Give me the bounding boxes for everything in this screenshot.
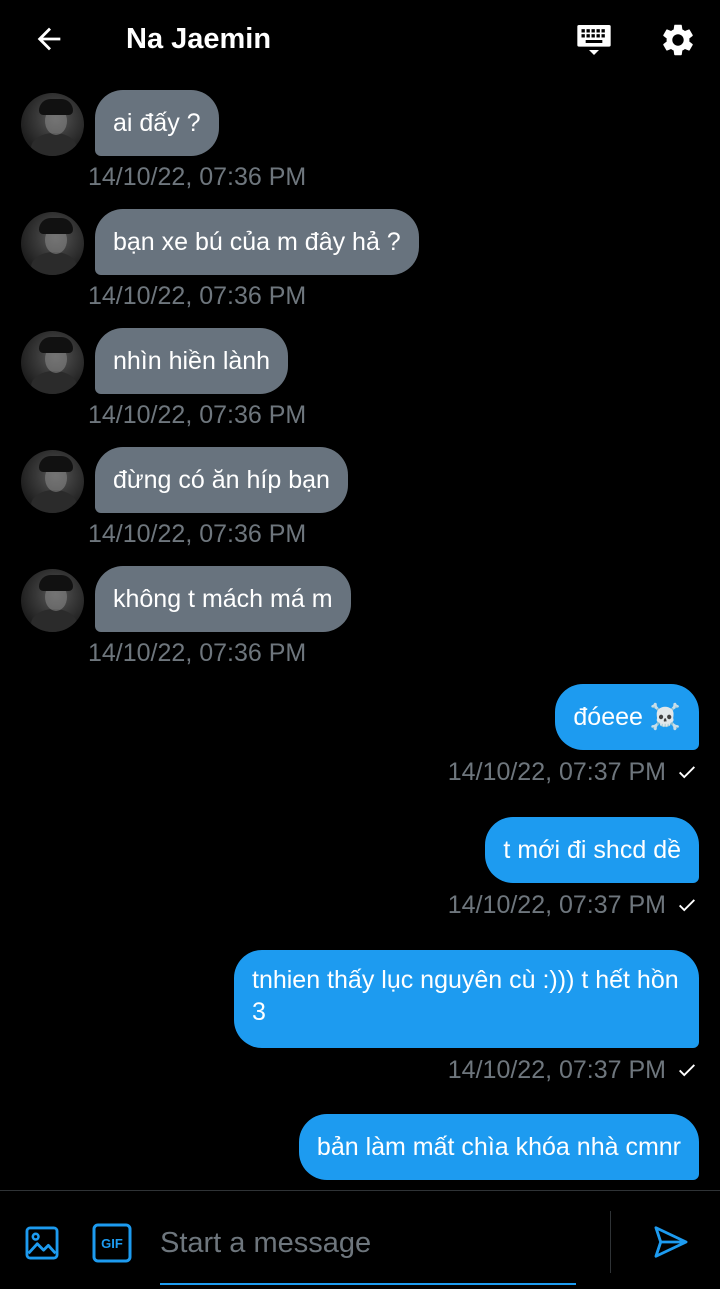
- dm-conversation-screen: Na Jaemin ai đấy ? 14/10/22, 07:36 PM bạ…: [0, 0, 720, 1289]
- avatar[interactable]: [21, 569, 84, 632]
- incoming-message-bubble[interactable]: bạn xe bú của m đây hả ?: [95, 209, 419, 275]
- check-icon: [676, 1059, 698, 1081]
- composer-divider: [610, 1211, 611, 1273]
- add-gif-button[interactable]: GIF: [92, 1223, 132, 1263]
- incoming-message-bubble[interactable]: đừng có ăn híp bạn: [95, 447, 348, 513]
- send-button[interactable]: [650, 1221, 692, 1263]
- keyboard-button[interactable]: [570, 18, 618, 62]
- gear-icon: [663, 24, 693, 56]
- message-timestamp: 14/10/22, 07:36 PM: [88, 401, 307, 429]
- outgoing-message-bubble[interactable]: t mới đi shcd dề: [485, 817, 699, 883]
- avatar[interactable]: [21, 212, 84, 275]
- message-list[interactable]: ai đấy ? 14/10/22, 07:36 PM bạn xe bú củ…: [0, 80, 720, 1190]
- message-timestamp: 14/10/22, 07:37 PM: [448, 757, 698, 787]
- avatar[interactable]: [21, 450, 84, 513]
- message-timestamp: 14/10/22, 07:36 PM: [88, 163, 307, 191]
- message-composer: GIF: [0, 1190, 720, 1289]
- back-button[interactable]: [26, 16, 72, 62]
- message-timestamp: 14/10/22, 07:37 PM: [448, 1055, 698, 1085]
- arrow-left-icon: [37, 27, 61, 51]
- outgoing-message-bubble[interactable]: đóeee ☠️: [555, 684, 699, 750]
- message-timestamp-text: 14/10/22, 07:37 PM: [447, 891, 666, 919]
- message-input[interactable]: [160, 1215, 576, 1271]
- incoming-message-bubble[interactable]: ai đấy ?: [95, 90, 219, 156]
- settings-button[interactable]: [654, 16, 702, 64]
- check-icon: [676, 894, 698, 916]
- svg-text:GIF: GIF: [101, 1236, 123, 1251]
- conversation-title[interactable]: Na Jaemin: [126, 20, 271, 58]
- add-image-button[interactable]: [22, 1223, 62, 1263]
- message-timestamp: 14/10/22, 07:36 PM: [88, 639, 307, 667]
- message-input-wrapper: [160, 1215, 576, 1285]
- check-icon: [676, 761, 698, 783]
- message-timestamp: 14/10/22, 07:36 PM: [88, 520, 307, 548]
- gif-icon: GIF: [92, 1223, 132, 1263]
- incoming-message-bubble[interactable]: nhìn hiền lành: [95, 328, 289, 394]
- image-icon: [25, 1226, 59, 1260]
- message-timestamp-text: 14/10/22, 07:37 PM: [447, 1056, 666, 1084]
- message-timestamp: 14/10/22, 07:36 PM: [88, 282, 307, 310]
- avatar[interactable]: [21, 93, 84, 156]
- message-timestamp-text: 14/10/22, 07:37 PM: [447, 758, 666, 786]
- message-timestamp: 14/10/22, 07:37 PM: [448, 890, 698, 920]
- outgoing-message-bubble[interactable]: tnhien thấy lục nguyên cù :))) t hết hồn…: [234, 950, 699, 1048]
- conversation-header: Na Jaemin: [0, 0, 720, 80]
- incoming-message-bubble[interactable]: không t mách má m: [95, 566, 351, 632]
- outgoing-message-bubble[interactable]: bản làm mất chìa khóa nhà cmnr: [298, 1114, 699, 1180]
- keyboard-icon: [577, 25, 611, 55]
- send-icon: [654, 1226, 688, 1258]
- avatar[interactable]: [21, 331, 84, 394]
